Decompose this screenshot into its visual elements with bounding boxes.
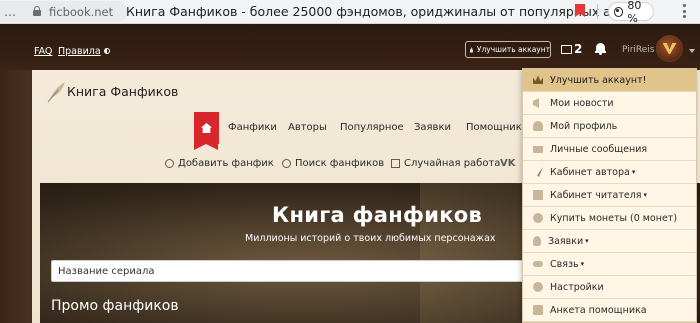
browser-menu-icon[interactable] [683, 4, 687, 18]
plus-circle-icon [165, 159, 174, 168]
megaphone-icon [533, 98, 539, 108]
menu-item-author-cabinet[interactable]: Кабинет автора ▾ [523, 161, 696, 184]
messages-count[interactable]: 2 [574, 42, 582, 56]
hero-title: Книга фанфиков [272, 203, 483, 227]
nav-popular[interactable]: Популярное [340, 122, 404, 133]
site-logo-text[interactable]: Книга Фанфиков [67, 84, 178, 99]
menu-item-requests[interactable]: Заявки ▾ [523, 230, 696, 253]
user-dropdown-menu: Улучшить аккаунт! Мои новости Мой профил… [522, 68, 697, 323]
page-title: Книга Фанфиков - более 25000 фэндомов, о… [126, 4, 653, 19]
vk-icon[interactable]: VK [500, 158, 516, 169]
submenu-arrow-icon: ▾ [580, 260, 585, 268]
add-fanfic-link[interactable]: Добавить фанфик [165, 158, 274, 169]
home-button[interactable] [194, 112, 219, 150]
menu-item-label: Настройки [550, 281, 604, 293]
chevron-down-icon[interactable] [689, 49, 695, 53]
quill-icon [537, 167, 543, 177]
series-search-input[interactable] [51, 260, 525, 282]
username[interactable]: PiriReis [622, 45, 655, 55]
avatar[interactable] [656, 35, 683, 62]
menu-item-contact[interactable]: Связь ▾ [523, 253, 696, 276]
menu-item-label: Заявки [548, 235, 584, 247]
search-fanfics-link[interactable]: Поиск фанфиков [282, 158, 384, 169]
nav-authors[interactable]: Авторы [288, 122, 327, 133]
more-icon[interactable]: … [4, 5, 16, 19]
book-icon [533, 190, 543, 200]
menu-item-reader-cabinet[interactable]: Кабинет читателя ▾ [523, 184, 696, 207]
menu-item-messages[interactable]: Личные сообщения [523, 138, 696, 161]
upgrade-account-label: Улучшить аккаунт [476, 45, 550, 54]
shuffle-icon [391, 159, 400, 168]
bulb-icon [533, 236, 541, 246]
menu-item-settings[interactable]: Настройки [523, 276, 696, 299]
quill-logo-icon [47, 82, 65, 103]
address-bar[interactable]: … ficbook.net [0, 1, 128, 22]
menu-item-label: Мой профиль [550, 120, 618, 132]
nav-requests[interactable]: Заявки [414, 122, 451, 133]
bell-icon[interactable] [595, 43, 606, 55]
menu-item-label: Анкета помощника [550, 304, 647, 316]
user-icon [533, 121, 543, 131]
menu-item-helper-form[interactable]: Анкета помощника [523, 299, 696, 322]
add-fanfic-label: Добавить фанфик [178, 158, 274, 169]
upgrade-account-button[interactable]: Улучшить аккаунт [465, 41, 551, 58]
crown-icon [533, 75, 543, 84]
submenu-arrow-icon: ▾ [631, 168, 636, 176]
zoom-level: 80 % [627, 0, 642, 25]
mail-icon [533, 145, 543, 153]
search-icon [282, 159, 291, 168]
url-text[interactable]: ficbook.net [49, 5, 113, 19]
coins-icon [533, 213, 543, 223]
messages-icon[interactable] [561, 45, 572, 54]
hero-subtitle: Миллионы историй о твоих любимых персона… [245, 233, 496, 244]
zoom-indicator[interactable]: 80 % [608, 0, 654, 25]
menu-item-profile[interactable]: Мой профиль [523, 115, 696, 138]
lock-icon[interactable] [33, 6, 41, 16]
site-header: FAQ Правила Улучшить аккаунт 2 PiriReis [0, 24, 700, 70]
faq-link[interactable]: FAQ [34, 46, 52, 57]
zoom-icon [614, 6, 624, 17]
menu-item-news[interactable]: Мои новости [523, 92, 696, 115]
submenu-arrow-icon: ▾ [585, 237, 589, 245]
menu-item-label: Связь [550, 258, 579, 270]
form-icon [533, 305, 543, 315]
submenu-arrow-icon: ▾ [643, 191, 648, 199]
random-work-link[interactable]: Случайная работа [391, 158, 500, 169]
promo-section-title: Промо фанфиков [51, 298, 179, 314]
menu-item-label: Кабинет автора [550, 166, 630, 178]
link-icon [533, 261, 543, 267]
home-icon [201, 123, 212, 133]
menu-item-buy-coins[interactable]: Купить монеты (0 монет) [523, 207, 696, 230]
avatar-logo-icon [662, 43, 677, 54]
random-work-label: Случайная работа [404, 158, 501, 169]
menu-item-label: Улучшить аккаунт! [550, 74, 647, 86]
menu-item-label: Мои новости [550, 97, 614, 109]
search-fanfics-label: Поиск фанфиков [295, 158, 385, 169]
browser-toolbar: … ficbook.net Книга Фанфиков - более 250… [0, 0, 700, 25]
menu-item-upgrade[interactable]: Улучшить аккаунт! [523, 69, 696, 92]
toolbar-divider [597, 4, 598, 19]
theme-toggle-icon[interactable] [104, 48, 110, 54]
menu-item-label: Личные сообщения [550, 143, 648, 155]
nav-helpers[interactable]: Помощники [466, 122, 528, 133]
menu-item-label: Купить монеты (0 монет) [550, 212, 678, 224]
gear-icon [533, 282, 543, 292]
nav-fanfics[interactable]: Фанфики [228, 122, 277, 133]
menu-item-label: Кабинет читателя [550, 189, 642, 201]
rules-link[interactable]: Правила [58, 46, 101, 57]
crown-icon [470, 46, 473, 53]
